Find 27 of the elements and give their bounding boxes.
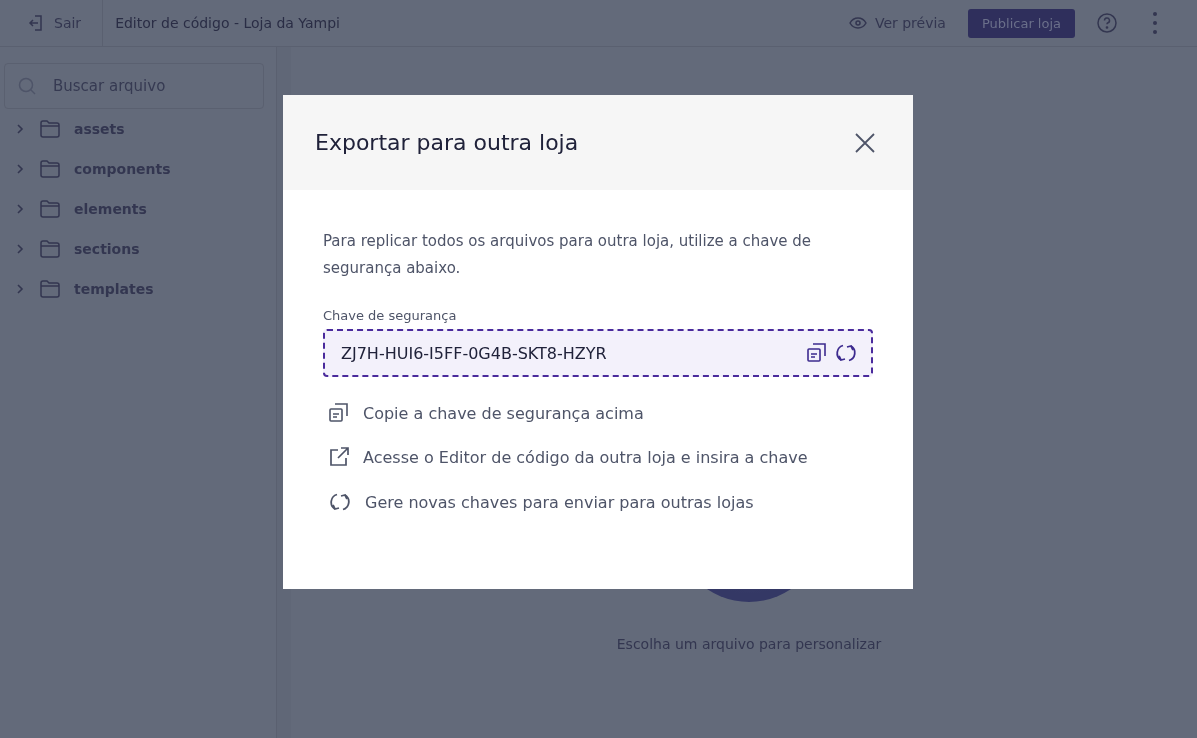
chevron-icon <box>16 243 24 255</box>
eye-icon <box>848 17 867 29</box>
folder-icon <box>40 200 60 218</box>
chevron-icon <box>16 283 24 295</box>
step-text: Copie a chave de segurança acima <box>363 403 644 423</box>
editor-title: Editor de código - Loja da Yampi <box>114 15 340 31</box>
folder-icon <box>40 160 60 178</box>
chevron-icon <box>16 203 24 215</box>
key-label: Chave de segurança <box>323 308 458 323</box>
dialog-description: Para replicar todos os arquivos para outra loja, utilize a chave de segurança abaixo. <box>323 231 813 279</box>
folder-icon <box>40 280 60 298</box>
copy-icon <box>329 403 349 423</box>
folder-icon <box>40 240 60 258</box>
close-icon[interactable] <box>855 132 875 153</box>
refresh-icon <box>329 491 351 513</box>
folder-icon <box>40 120 60 138</box>
step-text: Acesse o Editor de código da outra loja e insira a chave <box>363 447 808 467</box>
exit-icon <box>28 14 44 32</box>
external-link-icon <box>329 447 349 467</box>
dialog-title: Exportar para outra loja <box>315 130 579 155</box>
security-key-field[interactable]: ZJ7H-HUI6-I5FF-0G4B-SKT8-HZYR <box>323 329 873 377</box>
copy-icon[interactable] <box>807 343 827 363</box>
publish-button[interactable]: Publicar loja <box>967 8 1075 38</box>
chevron-icon <box>16 163 24 175</box>
refresh-icon[interactable] <box>835 342 857 364</box>
chevron-icon <box>16 123 24 135</box>
step-text: Gere novas chaves para enviar para outras lojas <box>365 492 754 512</box>
